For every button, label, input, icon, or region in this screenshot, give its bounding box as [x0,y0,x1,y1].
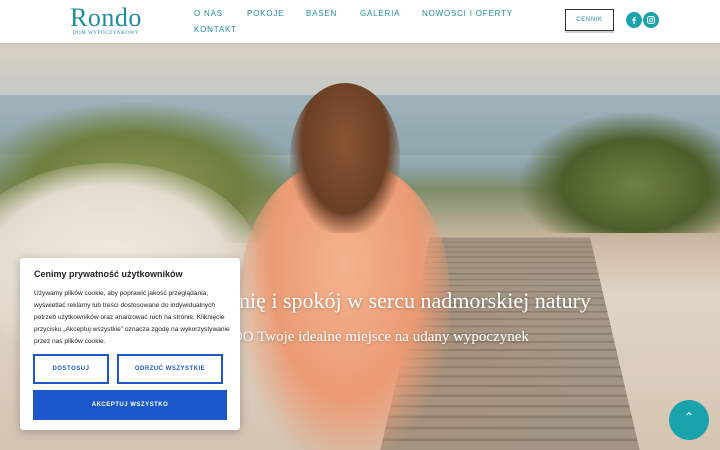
logo[interactable]: Rondo DOM WYPOCZYNKOWY [68,4,144,40]
cookie-customize-button[interactable]: DOSTOSUJ [33,354,109,384]
nav-kontakt[interactable]: KONTAKT [194,25,237,34]
nav-o-nas[interactable]: O NAS [194,9,223,18]
hero-title: onię i spokój w sercu nadmorskiej natury [228,288,591,313]
site-header: Rondo DOM WYPOCZYNKOWY O NAS POKOJE BASE… [0,0,720,43]
facebook-icon[interactable] [626,12,642,28]
cookie-consent-dialog: Cenimy prywatność użytkowników Używamy p… [20,258,240,430]
chevron-up-icon: ⌃ [683,410,695,424]
logo-text: Rondo [70,3,142,32]
cookie-accept-all-button[interactable]: AKCEPTUJ WSZYSTKO [33,390,227,420]
scroll-to-top-button[interactable]: ⌃ [669,400,709,440]
nav-nowosci-i-oferty[interactable]: NOWOSCI I OFERTY [422,9,513,18]
logo-subtitle: DOM WYPOCZYNKOWY [72,31,140,36]
hero-subtitle: DO Twoje idealne miejsce na udany wypocz… [232,329,529,345]
cennik-button[interactable]: CENNIK [565,9,614,31]
nav-galeria[interactable]: GALERIA [360,9,400,18]
hero-woman-hair [290,83,400,233]
nav-pokoje[interactable]: POKOJE [247,9,284,18]
instagram-icon[interactable] [643,12,659,28]
cookie-title: Cenimy prywatność użytkowników [34,269,183,279]
cookie-text: Używamy plików cookie, aby poprawić jako… [34,290,230,345]
nav-basen[interactable]: BASEN [306,9,337,18]
hero-dune-right [520,113,720,233]
cookie-reject-all-button[interactable]: ODRZUĆ WSZYSTKIE [117,354,223,384]
